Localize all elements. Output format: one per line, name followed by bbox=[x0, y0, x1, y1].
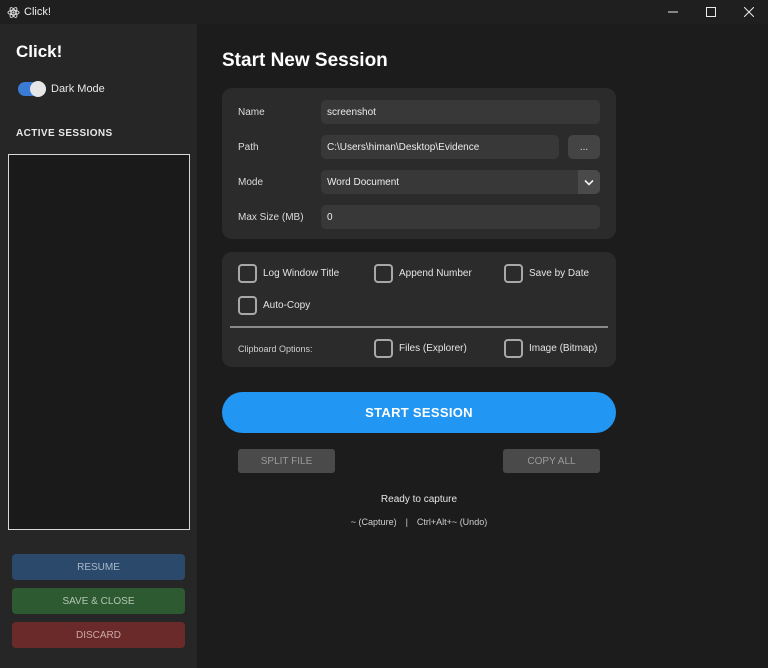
max-size-input[interactable]: 0 bbox=[321, 205, 600, 229]
checkbox-box bbox=[238, 296, 257, 315]
image-bitmap-checkbox[interactable]: Image (Bitmap) bbox=[504, 339, 597, 358]
name-input[interactable]: screenshot bbox=[321, 100, 600, 124]
resume-button[interactable]: RESUME bbox=[12, 554, 185, 580]
title-bar[interactable]: Click! bbox=[0, 0, 768, 24]
app-atom-icon bbox=[6, 5, 20, 19]
mode-row: Mode Word Document bbox=[222, 170, 616, 194]
path-label: Path bbox=[238, 141, 259, 153]
window-controls bbox=[654, 0, 768, 24]
log-window-title-label: Log Window Title bbox=[263, 268, 340, 279]
image-bitmap-label: Image (Bitmap) bbox=[529, 343, 598, 354]
auto-copy-label: Auto-Copy bbox=[263, 300, 311, 311]
active-sessions-list[interactable] bbox=[8, 154, 190, 530]
status-text: Ready to capture bbox=[380, 494, 458, 505]
window-title: Click! bbox=[24, 6, 51, 18]
session-form-card: Name screenshot Path C:\Users\himan\Desk… bbox=[222, 88, 616, 239]
browse-button[interactable]: ... bbox=[568, 135, 600, 159]
save-by-date-label: Save by Date bbox=[529, 268, 590, 279]
save-by-date-checkbox[interactable]: Save by Date bbox=[504, 264, 589, 283]
checkbox-box bbox=[504, 264, 523, 283]
chevron-down-icon bbox=[584, 179, 594, 186]
auto-copy-checkbox[interactable]: Auto-Copy bbox=[238, 296, 310, 315]
checkbox-box bbox=[504, 339, 523, 358]
path-input[interactable]: C:\Users\himan\Desktop\Evidence bbox=[321, 135, 559, 159]
copy-all-button[interactable]: COPY ALL bbox=[503, 449, 600, 473]
page-title: Start New Session bbox=[222, 50, 388, 71]
options-card: Log Window Title Append Number Save by D… bbox=[222, 252, 616, 367]
name-row: Name screenshot bbox=[222, 100, 616, 124]
mode-label: Mode bbox=[238, 176, 264, 188]
append-number-label: Append Number bbox=[399, 268, 472, 279]
start-session-button[interactable]: START SESSION bbox=[222, 392, 616, 433]
split-file-button[interactable]: SPLIT FILE bbox=[238, 449, 335, 473]
discard-button[interactable]: DISCARD bbox=[12, 622, 185, 648]
mode-selected-value: Word Document bbox=[327, 176, 400, 188]
mode-select[interactable]: Word Document bbox=[321, 170, 600, 194]
max-size-row: Max Size (MB) 0 bbox=[222, 205, 616, 229]
hotkey-separator: | bbox=[405, 517, 408, 527]
undo-hotkey: Ctrl+Alt+~ (Undo) bbox=[416, 517, 488, 527]
log-window-title-checkbox[interactable]: Log Window Title bbox=[238, 264, 339, 283]
files-explorer-label: Files (Explorer) bbox=[399, 343, 467, 354]
append-number-checkbox[interactable]: Append Number bbox=[374, 264, 472, 283]
save-close-button[interactable]: SAVE & CLOSE bbox=[12, 588, 185, 614]
minimize-icon bbox=[668, 11, 678, 13]
app-window: Click! Click! Dark Mode ACTIVE SESSIONS … bbox=[0, 0, 768, 668]
dark-mode-toggle[interactable] bbox=[18, 81, 46, 97]
files-explorer-checkbox[interactable]: Files (Explorer) bbox=[374, 339, 467, 358]
capture-hotkey: ~ (Capture) bbox=[350, 517, 397, 527]
mode-dropdown-button[interactable] bbox=[578, 170, 600, 194]
options-divider bbox=[230, 326, 608, 328]
path-row: Path C:\Users\himan\Desktop\Evidence ... bbox=[222, 135, 616, 159]
dark-mode-row: Dark Mode bbox=[18, 81, 105, 97]
checkbox-box bbox=[238, 264, 257, 283]
close-button[interactable] bbox=[730, 0, 768, 24]
max-size-label: Max Size (MB) bbox=[238, 211, 304, 223]
maximize-button[interactable] bbox=[692, 0, 730, 24]
name-label: Name bbox=[238, 106, 265, 118]
clipboard-options-label: Clipboard Options: bbox=[238, 344, 313, 354]
sidebar-brand: Click! bbox=[16, 42, 63, 61]
maximize-icon bbox=[706, 7, 716, 17]
toggle-knob bbox=[30, 81, 46, 97]
dark-mode-label: Dark Mode bbox=[51, 83, 105, 95]
minimize-button[interactable] bbox=[654, 0, 692, 24]
active-sessions-heading: ACTIVE SESSIONS bbox=[16, 128, 113, 139]
hotkey-hints: ~ (Capture) | Ctrl+Alt+~ (Undo) bbox=[222, 517, 616, 527]
checkbox-box bbox=[374, 339, 393, 358]
checkbox-box bbox=[374, 264, 393, 283]
sidebar: Click! Dark Mode ACTIVE SESSIONS RESUME … bbox=[0, 24, 197, 668]
close-icon bbox=[744, 7, 754, 17]
